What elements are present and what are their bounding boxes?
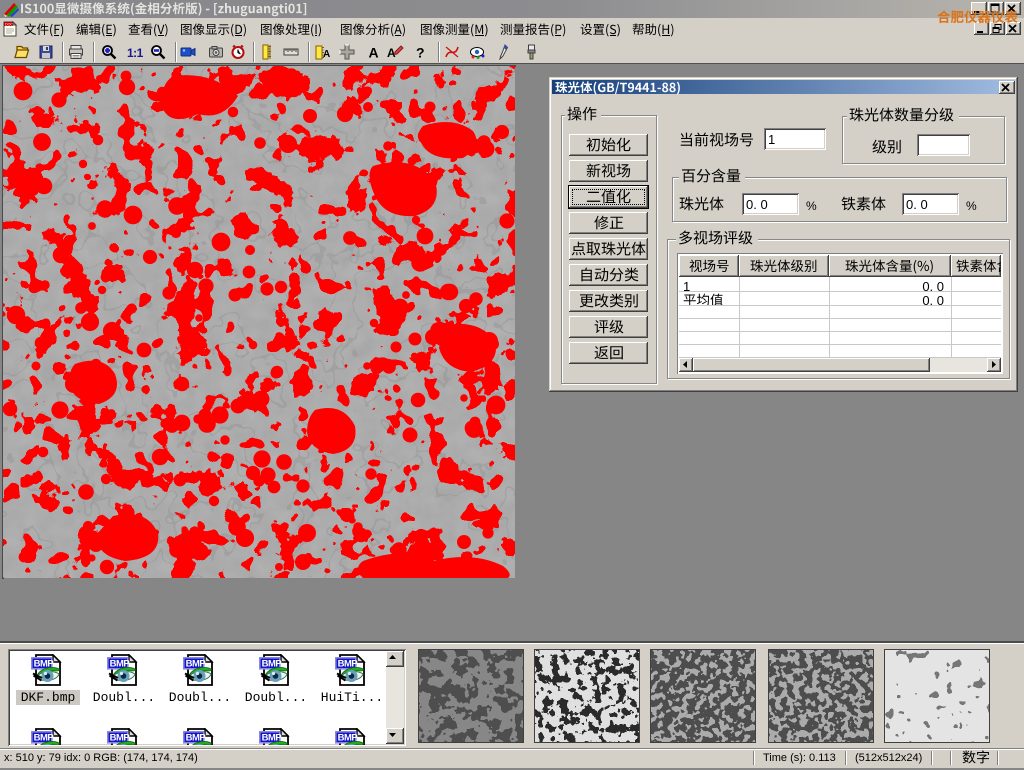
svg-text:?: ? <box>416 45 425 61</box>
svg-text:A: A <box>369 45 379 61</box>
svg-text:DOC: DOC <box>5 23 13 27</box>
svg-text:1:1: 1:1 <box>127 46 144 60</box>
svg-text:A: A <box>323 49 330 60</box>
